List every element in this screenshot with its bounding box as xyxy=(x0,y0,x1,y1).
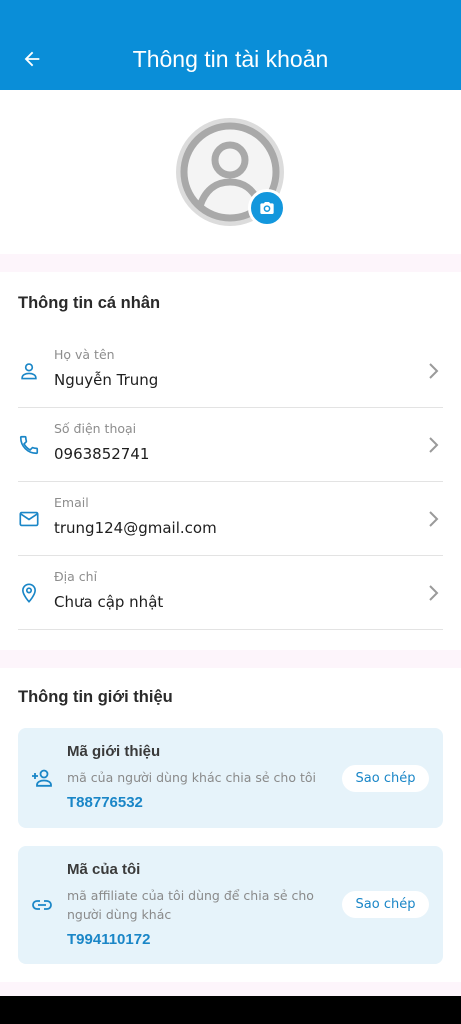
avatar-section xyxy=(0,90,461,254)
my-code-description: mã affiliate của tôi dùng để chia sẻ cho… xyxy=(67,888,314,922)
chevron-right-icon xyxy=(429,585,439,601)
copy-my-code-button[interactable]: Sao chép xyxy=(342,891,429,918)
section-title-referral: Thông tin giới thiệu xyxy=(18,688,173,706)
row-phone[interactable]: Số điện thoại 0963852741 xyxy=(18,408,443,482)
chevron-right-icon xyxy=(429,437,439,453)
row-full-name[interactable]: Họ và tên Nguyễn Trung xyxy=(18,334,443,408)
referral-code-box: Mã giới thiệu mã của người dùng khác chi… xyxy=(18,728,443,828)
app-header: Thông tin tài khoản xyxy=(0,0,461,90)
link-icon xyxy=(32,900,52,910)
section-title-personal: Thông tin cá nhân xyxy=(18,294,161,312)
referral-code-value: T88776532 xyxy=(67,794,143,811)
mail-icon xyxy=(19,511,39,527)
email-value: trung124@gmail.com xyxy=(54,519,217,537)
address-label: Địa chỉ xyxy=(54,569,98,584)
referral-code-description: mã của người dùng khác chia sẻ cho tôi xyxy=(67,770,316,785)
copy-referral-code-button[interactable]: Sao chép xyxy=(342,765,429,792)
full-name-label: Họ và tên xyxy=(54,347,115,362)
my-code-box: Mã của tôi mã affiliate của tôi dùng để … xyxy=(18,846,443,964)
personal-info-card: Thông tin cá nhân Họ và tên Nguyễn Trung… xyxy=(0,272,461,650)
full-name-value: Nguyễn Trung xyxy=(54,371,159,389)
my-code-value: T994110172 xyxy=(67,931,151,948)
email-label: Email xyxy=(54,495,89,510)
page-title: Thông tin tài khoản xyxy=(132,46,329,72)
chevron-right-icon xyxy=(429,511,439,527)
row-address[interactable]: Địa chỉ Chưa cập nhật xyxy=(18,556,443,630)
my-code-title: Mã của tôi xyxy=(67,861,141,878)
chevron-right-icon xyxy=(429,363,439,379)
referral-code-title: Mã giới thiệu xyxy=(67,743,161,760)
address-value: Chưa cập nhật xyxy=(54,593,164,611)
phone-icon xyxy=(19,435,39,455)
change-avatar-button[interactable] xyxy=(248,189,286,227)
referral-info-card: Thông tin giới thiệu Mã giới thiệu mã củ… xyxy=(0,668,461,982)
person-add-icon xyxy=(32,769,52,787)
person-icon xyxy=(21,363,37,380)
location-icon xyxy=(22,583,36,603)
system-navigation-bar xyxy=(0,996,461,1024)
phone-value: 0963852741 xyxy=(54,445,150,463)
row-email[interactable]: Email trung124@gmail.com xyxy=(18,482,443,556)
camera-icon xyxy=(260,202,274,214)
phone-label: Số điện thoại xyxy=(54,421,137,436)
